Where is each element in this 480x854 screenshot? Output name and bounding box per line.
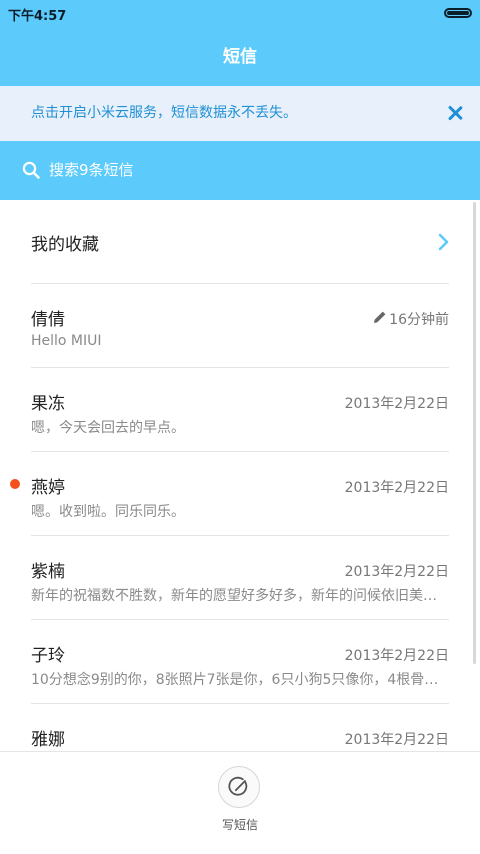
contact-name: 雅娜: [31, 730, 65, 750]
message-preview: 嗯。收到啦。同乐同乐。: [31, 504, 185, 520]
contact-name: 果冻: [31, 394, 65, 414]
conversation-list[interactable]: 我的收藏 倩倩 16分钟前 Hello MIUI 果冻 2013年2月22日 嗯…: [0, 200, 480, 751]
status-time: 下午4:57: [8, 9, 67, 24]
contact-name: 倩倩: [31, 310, 65, 330]
list-item[interactable]: 紫楠 2013年2月22日 新年的祝福数不胜数，新年的愿望好多好多，新年的问候依…: [0, 536, 480, 620]
page-title: 短信: [223, 47, 257, 67]
message-time: 2013年2月22日: [344, 648, 449, 664]
message-time: 2013年2月22日: [344, 564, 449, 580]
cloud-service-banner[interactable]: 点击开启小米云服务，短信数据永不丢失。: [0, 86, 480, 141]
title-bar: 短信: [0, 28, 480, 86]
status-bar: 下午4:57: [0, 0, 480, 28]
list-item[interactable]: 雅娜 2013年2月22日: [0, 704, 480, 751]
favorites-row[interactable]: 我的收藏: [0, 200, 480, 284]
list-item[interactable]: 燕婷 2013年2月22日 嗯。收到啦。同乐同乐。: [0, 452, 480, 536]
compose-label: 写短信: [221, 818, 258, 832]
list-item[interactable]: 倩倩 16分钟前 Hello MIUI: [0, 284, 480, 368]
battery-icon: [444, 8, 472, 18]
scrollbar[interactable]: [473, 202, 476, 664]
pencil-icon: [374, 311, 386, 323]
search-bar[interactable]: 搜索9条短信: [0, 141, 480, 200]
list-item[interactable]: 果冻 2013年2月22日 嗯，今天会回去的早点。: [0, 368, 480, 452]
message-preview: 嗯，今天会回去的早点。: [31, 420, 185, 436]
search-input[interactable]: 搜索9条短信: [49, 141, 134, 200]
list-item[interactable]: 子玲 2013年2月22日 10分想念9别的你，8张照片7张是你，6只小狗5只像…: [0, 620, 480, 704]
message-preview: 新年的祝福数不胜数，新年的愿望好多好多，新年的问候依旧美…: [31, 588, 437, 604]
favorites-label: 我的收藏: [31, 235, 99, 255]
contact-name: 紫楠: [31, 562, 65, 582]
contact-name: 子玲: [31, 646, 65, 666]
cloud-banner-text[interactable]: 点击开启小米云服务，短信数据永不丢失。: [31, 86, 297, 141]
compose-icon: [228, 776, 248, 796]
compose-button[interactable]: [218, 766, 260, 808]
bottom-toolbar: 写短信: [0, 751, 480, 854]
contact-name: 燕婷: [31, 478, 65, 498]
message-time: 2013年2月22日: [344, 480, 449, 496]
search-icon: [22, 161, 40, 179]
message-preview: Hello MIUI: [31, 333, 102, 349]
message-time: 2013年2月22日: [344, 396, 449, 412]
message-time: 2013年2月22日: [344, 732, 449, 748]
message-time: 16分钟前: [389, 312, 449, 328]
message-preview: 10分想念9别的你，8张照片7张是你，6只小狗5只像你，4根骨…: [31, 672, 439, 688]
chevron-right-icon: [438, 233, 449, 251]
unread-dot: [10, 479, 20, 489]
close-icon[interactable]: [444, 102, 466, 124]
